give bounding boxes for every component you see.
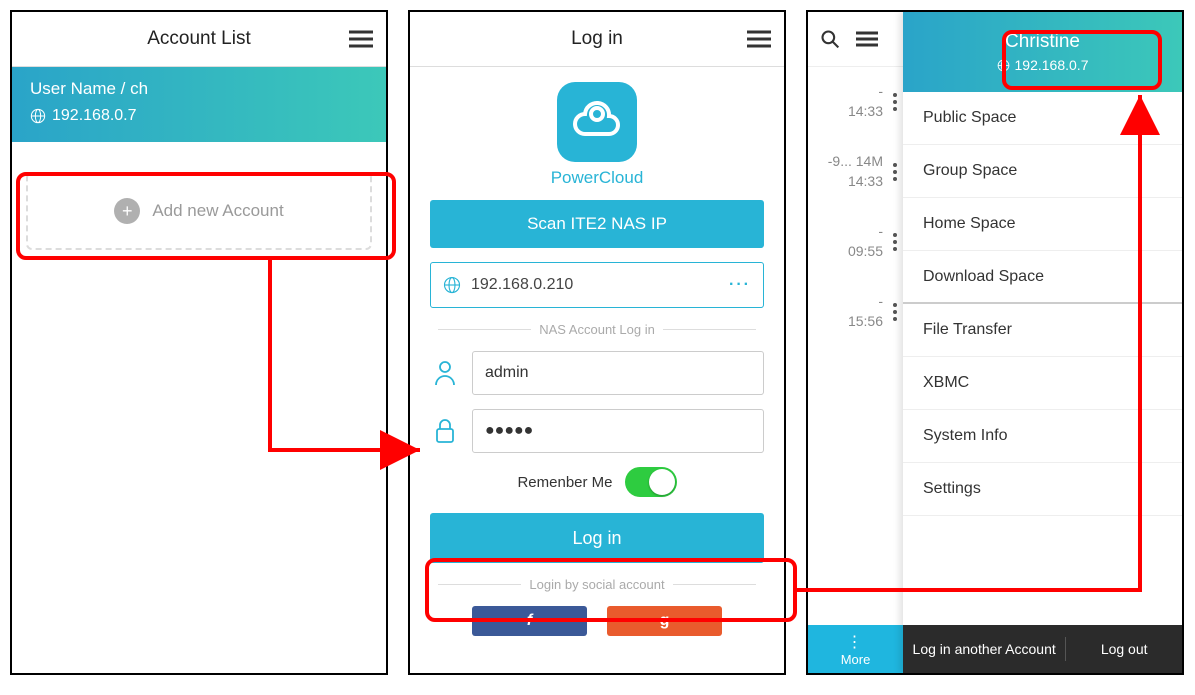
- more-label: More: [841, 652, 871, 667]
- drawer-item-download-space[interactable]: Download Space: [903, 251, 1182, 304]
- lock-icon: [434, 418, 456, 444]
- hamburger-icon: [349, 30, 373, 48]
- kebab-icon[interactable]: [893, 230, 897, 254]
- remember-me-row: Remenber Me: [430, 467, 764, 497]
- screen-account-list: Account List User Name / ch 192.168.0.7 …: [10, 10, 388, 675]
- remember-label: Remenber Me: [517, 474, 612, 491]
- add-account-button[interactable]: + Add new Account: [26, 172, 372, 250]
- hamburger-icon[interactable]: [856, 31, 878, 47]
- remember-toggle[interactable]: [625, 467, 677, 497]
- drawer-item-public-space[interactable]: Public Space: [903, 92, 1182, 145]
- ip-value: 192.168.0.210: [471, 276, 573, 294]
- header: Account List: [12, 12, 386, 67]
- drawer-item-file-transfer[interactable]: File Transfer: [903, 304, 1182, 357]
- user-name: Christine: [1005, 31, 1080, 53]
- social-divider: Login by social account: [430, 577, 764, 592]
- app-name: PowerCloud: [430, 168, 764, 188]
- login-another-account-button[interactable]: Log in another Account: [903, 637, 1066, 661]
- scan-ip-button[interactable]: Scan ITE2 NAS IP: [430, 200, 764, 248]
- account-ip: 192.168.0.7: [30, 107, 368, 125]
- kebab-icon[interactable]: [893, 160, 897, 184]
- user-icon: [434, 360, 456, 386]
- drawer-panel: Christine 192.168.0.7 Public SpaceGroup …: [903, 12, 1182, 673]
- page-title: Account List: [62, 28, 336, 50]
- password-input[interactable]: [472, 409, 764, 453]
- drawer-item-system-info[interactable]: System Info: [903, 410, 1182, 463]
- ip-input[interactable]: 192.168.0.210 ···: [430, 262, 764, 308]
- screen-login: Log in PowerCloud Scan ITE2 NAS IP 192.1…: [408, 10, 786, 675]
- drawer-item-xbmc[interactable]: XBMC: [903, 357, 1182, 410]
- globe-icon: [997, 59, 1010, 72]
- add-account-label: Add new Account: [152, 201, 283, 221]
- cloud-icon: [571, 100, 623, 144]
- google-login-button[interactable]: g: [607, 606, 722, 636]
- background-list: -14:33-9... 14M14:33-09:55-15:56 ⋮ More: [808, 12, 903, 673]
- header: Log in: [410, 12, 784, 67]
- username-input[interactable]: [472, 351, 764, 395]
- social-row: f g: [430, 606, 764, 636]
- page-title: Log in: [460, 28, 734, 50]
- user-header[interactable]: Christine 192.168.0.7: [903, 12, 1182, 92]
- hamburger-icon: [747, 30, 771, 48]
- list-item[interactable]: -14:33: [808, 67, 903, 137]
- list-item[interactable]: -9... 14M14:33: [808, 137, 903, 207]
- username-field: [430, 351, 764, 395]
- top-icons: [808, 12, 903, 67]
- account-card[interactable]: User Name / ch 192.168.0.7: [12, 67, 386, 142]
- list-item[interactable]: -09:55: [808, 207, 903, 277]
- screen-drawer: -14:33-9... 14M14:33-09:55-15:56 ⋮ More …: [806, 10, 1184, 675]
- account-username: User Name / ch: [30, 79, 368, 99]
- menu-button[interactable]: [336, 30, 386, 48]
- drawer-item-home-space[interactable]: Home Space: [903, 198, 1182, 251]
- search-icon[interactable]: [820, 29, 840, 49]
- kebab-icon[interactable]: [893, 90, 897, 114]
- facebook-login-button[interactable]: f: [472, 606, 587, 636]
- more-button[interactable]: ⋮ More: [808, 625, 903, 673]
- globe-icon: [30, 108, 46, 124]
- drawer-bottom: Log in another Account Log out: [903, 625, 1182, 673]
- drawer-menu: Public SpaceGroup SpaceHome SpaceDownloa…: [903, 92, 1182, 625]
- login-button[interactable]: Log in: [430, 513, 764, 563]
- app-logo: [557, 82, 637, 162]
- globe-icon: [443, 276, 461, 294]
- menu-button[interactable]: [734, 30, 784, 48]
- list-item[interactable]: -15:56: [808, 277, 903, 347]
- password-field: [430, 409, 764, 453]
- section-divider: NAS Account Log in: [430, 322, 764, 337]
- drawer-item-settings[interactable]: Settings: [903, 463, 1182, 516]
- logout-button[interactable]: Log out: [1066, 641, 1182, 657]
- plus-icon: +: [114, 198, 140, 224]
- kebab-icon[interactable]: [893, 300, 897, 324]
- drawer-item-group-space[interactable]: Group Space: [903, 145, 1182, 198]
- user-ip: 192.168.0.7: [997, 57, 1089, 73]
- ip-more-icon[interactable]: ···: [729, 276, 751, 294]
